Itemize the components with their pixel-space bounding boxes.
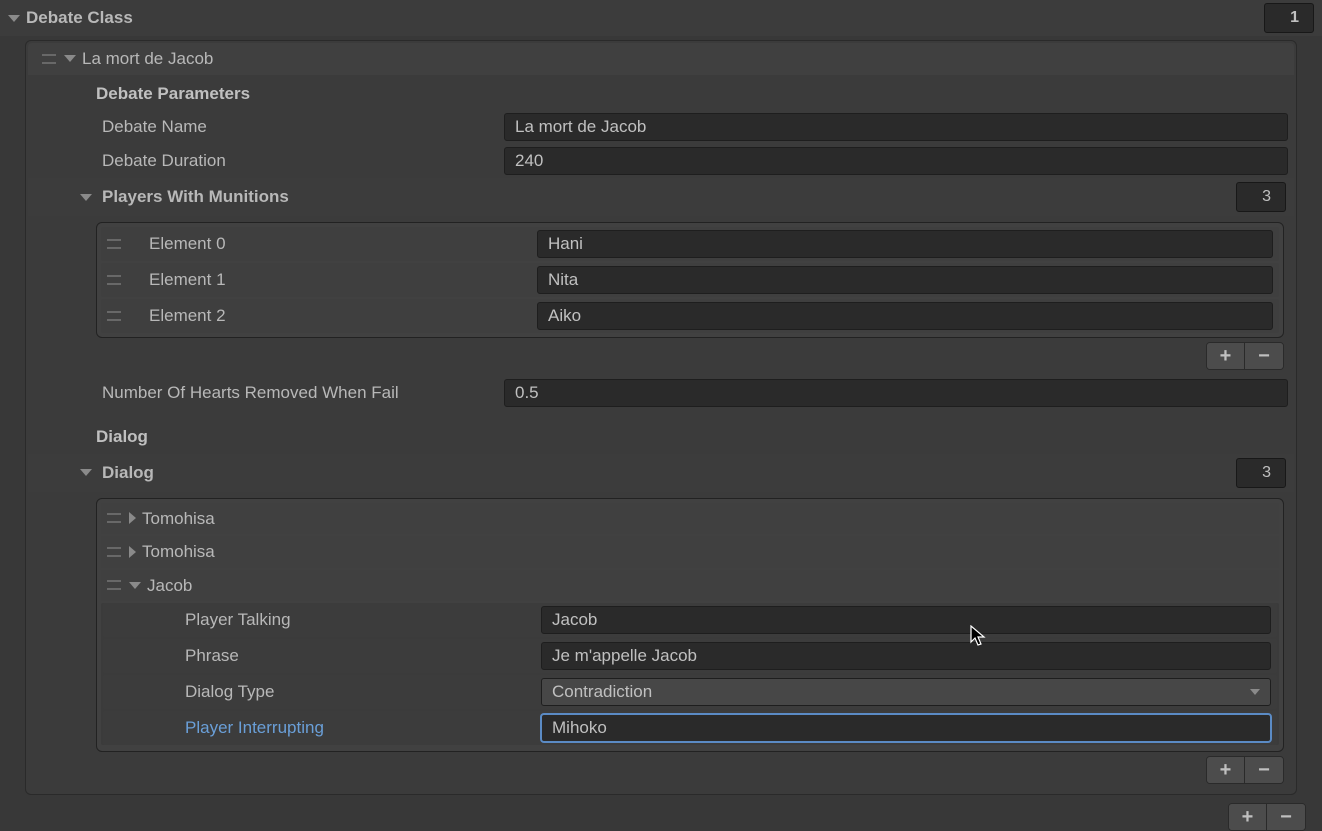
player-talking-input[interactable] bbox=[541, 606, 1271, 634]
chevron-down-icon bbox=[129, 582, 141, 589]
debate-class-body: La mort de Jacob Debate Parameters Debat… bbox=[25, 40, 1297, 795]
phrase-label: Phrase bbox=[185, 643, 239, 669]
phrase-input[interactable] bbox=[541, 642, 1271, 670]
players-label: Players With Munitions bbox=[102, 184, 289, 210]
dialog-list: Tomohisa Tomohisa Jacob Player Talking bbox=[96, 498, 1284, 753]
debate-name-input[interactable] bbox=[504, 113, 1288, 141]
chevron-down-icon bbox=[80, 194, 92, 201]
remove-button[interactable]: − bbox=[1245, 757, 1283, 783]
chevron-down-icon bbox=[1250, 689, 1260, 695]
drag-handle-icon[interactable] bbox=[107, 513, 121, 523]
hearts-label: Number Of Hearts Removed When Fail bbox=[102, 380, 399, 406]
remove-button[interactable]: − bbox=[1245, 343, 1283, 369]
list-item: Element 1 bbox=[101, 263, 1279, 297]
players-foldout[interactable]: Players With Munitions 3 bbox=[28, 178, 1294, 216]
dialog-entry-fields: Player Talking Phrase Dialog Type Contra… bbox=[101, 603, 1279, 745]
players-list: Element 0 Element 1 bbox=[96, 222, 1284, 338]
drag-handle-icon[interactable] bbox=[107, 275, 121, 285]
dialog-foldout[interactable]: Dialog 3 bbox=[28, 454, 1294, 492]
dialog-add-remove: + − bbox=[1206, 756, 1284, 784]
chevron-right-icon bbox=[129, 512, 136, 524]
chevron-down-icon bbox=[64, 55, 76, 62]
dialog-item-foldout[interactable]: Tomohisa bbox=[101, 503, 1279, 535]
dropdown-value: Contradiction bbox=[552, 679, 652, 705]
hearts-input[interactable] bbox=[504, 379, 1288, 407]
debate-class-header[interactable]: Debate Class 1 bbox=[0, 0, 1322, 36]
player-talking-label: Player Talking bbox=[185, 607, 291, 633]
root-add-remove: + − bbox=[1228, 803, 1306, 831]
element-0-label: La mort de Jacob bbox=[82, 46, 213, 72]
dialog-heading: Dialog bbox=[28, 410, 1294, 454]
chevron-down-icon bbox=[8, 15, 20, 22]
drag-handle-icon[interactable] bbox=[107, 580, 121, 590]
drag-handle-icon[interactable] bbox=[107, 547, 121, 557]
debate-name-label: Debate Name bbox=[102, 114, 207, 140]
player-interrupting-label: Player Interrupting bbox=[185, 715, 324, 741]
chevron-right-icon bbox=[129, 546, 136, 558]
list-item: Element 2 bbox=[101, 299, 1279, 333]
player-2-input[interactable] bbox=[537, 302, 1273, 330]
remove-button[interactable]: − bbox=[1267, 804, 1305, 830]
add-button[interactable]: + bbox=[1229, 804, 1267, 830]
dialog-type-label: Dialog Type bbox=[185, 679, 274, 705]
dialog-item-foldout[interactable]: Tomohisa bbox=[101, 536, 1279, 568]
debate-duration-input[interactable] bbox=[504, 147, 1288, 175]
dialog-type-dropdown[interactable]: Contradiction bbox=[541, 678, 1271, 706]
list-item: Element 0 bbox=[101, 227, 1279, 261]
player-0-input[interactable] bbox=[537, 230, 1273, 258]
player-interrupting-input[interactable] bbox=[541, 714, 1271, 742]
dialog-item-label: Jacob bbox=[147, 573, 192, 599]
add-button[interactable]: + bbox=[1207, 757, 1245, 783]
element-label: Element 2 bbox=[149, 303, 226, 329]
players-count[interactable]: 3 bbox=[1236, 182, 1286, 212]
player-1-input[interactable] bbox=[537, 266, 1273, 294]
element-label: Element 0 bbox=[149, 231, 226, 257]
dialog-item-foldout[interactable]: Jacob bbox=[101, 570, 1279, 602]
dialog-count[interactable]: 3 bbox=[1236, 458, 1286, 488]
root-count[interactable]: 1 bbox=[1264, 3, 1314, 33]
dialog-list-label: Dialog bbox=[102, 460, 154, 486]
chevron-down-icon bbox=[80, 469, 92, 476]
players-add-remove: + − bbox=[1206, 342, 1284, 370]
element-0-foldout[interactable]: La mort de Jacob bbox=[28, 43, 1294, 75]
add-button[interactable]: + bbox=[1207, 343, 1245, 369]
dialog-item-label: Tomohisa bbox=[142, 506, 215, 532]
debate-duration-label: Debate Duration bbox=[102, 148, 226, 174]
drag-handle-icon[interactable] bbox=[107, 239, 121, 249]
dialog-item-label: Tomohisa bbox=[142, 539, 215, 565]
drag-handle-icon[interactable] bbox=[42, 54, 56, 64]
element-label: Element 1 bbox=[149, 267, 226, 293]
debate-parameters-heading: Debate Parameters bbox=[28, 75, 1294, 111]
header-title: Debate Class bbox=[26, 5, 133, 31]
inspector-panel: Debate Class 1 La mort de Jacob Debate P… bbox=[0, 0, 1322, 831]
drag-handle-icon[interactable] bbox=[107, 311, 121, 321]
